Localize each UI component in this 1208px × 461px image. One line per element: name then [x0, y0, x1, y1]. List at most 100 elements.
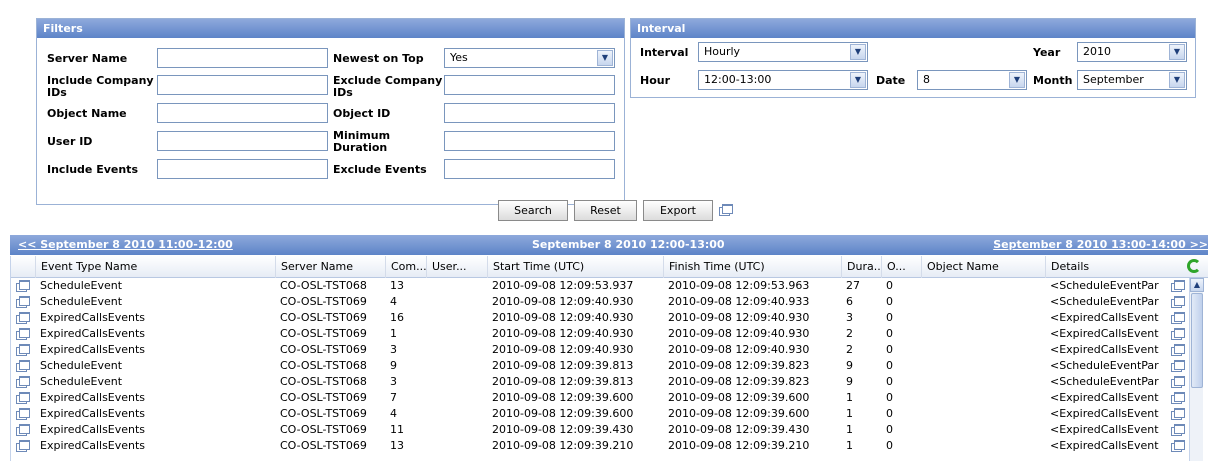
- interval-select[interactable]: Hourly ▼: [698, 42, 868, 62]
- year-select[interactable]: 2010 ▼: [1077, 42, 1187, 62]
- details-popup-icon[interactable]: [1171, 360, 1185, 372]
- table-cell: 2010-09-08 12:09:39.600: [668, 391, 810, 404]
- table-row[interactable]: ExpiredCallsEvents CO-OSL-TST069 1 2010-09-…: [11, 326, 1189, 342]
- details-popup-icon[interactable]: [1171, 392, 1185, 404]
- object-name-input[interactable]: [157, 103, 328, 123]
- table-cell: CO-OSL-TST068: [280, 279, 367, 292]
- include-company-ids-label: Include Company IDs: [47, 74, 154, 99]
- details-popup-icon[interactable]: [1171, 280, 1185, 292]
- year-label: Year: [1033, 46, 1061, 59]
- scroll-up-icon[interactable]: ▲: [1190, 278, 1204, 292]
- table-cell: 2010-09-08 12:09:39.823: [668, 359, 810, 372]
- server-name-input[interactable]: [157, 48, 328, 68]
- row-popup-icon[interactable]: [16, 296, 30, 308]
- table-row[interactable]: ScheduleEvent CO-OSL-TST068 3 2010-09-08 12…: [11, 374, 1189, 390]
- row-popup-icon[interactable]: [16, 376, 30, 388]
- table-row[interactable]: ScheduleEvent CO-OSL-TST069 4 2010-09-08 12…: [11, 294, 1189, 310]
- details-popup-icon[interactable]: [1171, 424, 1185, 436]
- chevron-down-icon[interactable]: ▼: [850, 72, 866, 88]
- export-button[interactable]: Export: [643, 200, 713, 221]
- details-popup-icon[interactable]: [1171, 312, 1185, 324]
- table-row[interactable]: ExpiredCallsEvents CO-OSL-TST069 4 2010-09-…: [11, 406, 1189, 422]
- col-header-event-type[interactable]: Event Type Name: [35, 256, 275, 278]
- next-interval-link[interactable]: September 8 2010 13:00-14:00 >>: [993, 235, 1208, 255]
- table-row[interactable]: ScheduleEvent CO-OSL-TST068 9 2010-09-08 12…: [11, 358, 1189, 374]
- table-cell: 3: [390, 375, 397, 388]
- table-row[interactable]: ScheduleEvent CO-OSL-TST068 13 2010-09-08 1…: [11, 278, 1189, 294]
- table-row[interactable]: ExpiredCallsEvents CO-OSL-TST069 13 2010-09…: [11, 438, 1189, 454]
- exclude-company-ids-input[interactable]: [444, 75, 615, 95]
- col-header-duration[interactable]: Dura...: [841, 256, 881, 278]
- table-row[interactable]: ExpiredCallsEvents CO-OSL-TST069 11 2010-09…: [11, 422, 1189, 438]
- table-cell: 6: [846, 295, 853, 308]
- table-cell: [426, 390, 487, 406]
- col-header-finish-time[interactable]: Finish Time (UTC): [663, 256, 841, 278]
- interval-label: Interval: [640, 46, 689, 59]
- table-row[interactable]: ExpiredCallsEvents CO-OSL-TST069 3 2010-09-…: [11, 342, 1189, 358]
- col-header-details[interactable]: Details: [1045, 256, 1185, 278]
- table-cell: <ScheduleEventPar: [1050, 295, 1159, 308]
- table-cell: CO-OSL-TST069: [280, 439, 367, 452]
- chevron-down-icon[interactable]: ▼: [1009, 72, 1025, 88]
- prev-interval-link[interactable]: << September 8 2010 11:00-12:00: [18, 235, 233, 255]
- row-popup-icon[interactable]: [16, 328, 30, 340]
- table-cell: ScheduleEvent: [40, 359, 123, 372]
- table-cell: 2010-09-08 12:09:39.813: [492, 359, 634, 372]
- scroll-thumb[interactable]: [1191, 293, 1203, 388]
- date-select[interactable]: 8 ▼: [917, 70, 1027, 90]
- details-popup-icon[interactable]: [1171, 328, 1185, 340]
- table-cell: 0: [886, 279, 893, 292]
- col-header-object-id[interactable]: O...: [881, 256, 921, 278]
- newest-on-top-select[interactable]: Yes ▼: [444, 48, 615, 68]
- row-popup-icon[interactable]: [16, 360, 30, 372]
- interval-nav-bar: << September 8 2010 11:00-12:00 Septembe…: [10, 235, 1208, 255]
- vertical-scrollbar[interactable]: ▲: [1189, 278, 1204, 461]
- popup-window-icon[interactable]: [719, 204, 733, 216]
- user-id-label: User ID: [47, 135, 93, 148]
- include-events-input[interactable]: [157, 159, 328, 179]
- col-header-user[interactable]: User...: [426, 256, 487, 278]
- row-popup-icon[interactable]: [16, 408, 30, 420]
- details-popup-icon[interactable]: [1171, 344, 1185, 356]
- interval-value: Hourly: [704, 45, 741, 58]
- table-cell: 1: [390, 327, 397, 340]
- details-popup-icon[interactable]: [1171, 376, 1185, 388]
- col-header-start-time[interactable]: Start Time (UTC): [487, 256, 663, 278]
- table-cell: 0: [886, 311, 893, 324]
- row-popup-icon[interactable]: [16, 392, 30, 404]
- include-company-ids-input[interactable]: [157, 75, 328, 95]
- col-header-object-name[interactable]: Object Name: [921, 256, 1045, 278]
- details-popup-icon[interactable]: [1171, 408, 1185, 420]
- minimum-duration-input[interactable]: [444, 131, 615, 151]
- table-row[interactable]: ExpiredCallsEvents CO-OSL-TST069 16 2010-09…: [11, 310, 1189, 326]
- hour-select[interactable]: 12:00-13:00 ▼: [698, 70, 868, 90]
- details-popup-icon[interactable]: [1171, 440, 1185, 452]
- row-popup-icon[interactable]: [16, 344, 30, 356]
- user-id-input[interactable]: [157, 131, 328, 151]
- table-cell: 0: [886, 359, 893, 372]
- chevron-down-icon[interactable]: ▼: [850, 44, 866, 60]
- chevron-down-icon[interactable]: ▼: [1169, 44, 1185, 60]
- col-header-server-name[interactable]: Server Name: [275, 256, 385, 278]
- details-popup-icon[interactable]: [1171, 296, 1185, 308]
- object-id-input[interactable]: [444, 103, 615, 123]
- col-header-company[interactable]: Com...: [385, 256, 426, 278]
- search-button[interactable]: Search: [498, 200, 568, 221]
- reset-button[interactable]: Reset: [574, 200, 637, 221]
- table-cell: [921, 358, 1045, 374]
- table-cell: ScheduleEvent: [40, 295, 123, 308]
- row-popup-icon[interactable]: [16, 424, 30, 436]
- row-popup-icon[interactable]: [16, 312, 30, 324]
- table-cell: 0: [886, 343, 893, 356]
- refresh-icon[interactable]: [1187, 259, 1201, 273]
- current-interval-label: September 8 2010 12:00-13:00: [532, 238, 725, 251]
- chevron-down-icon[interactable]: ▼: [1169, 72, 1185, 88]
- table-cell: [426, 342, 487, 358]
- row-popup-icon[interactable]: [16, 280, 30, 292]
- month-select[interactable]: September ▼: [1077, 70, 1187, 90]
- table-row[interactable]: ExpiredCallsEvents CO-OSL-TST069 7 2010-09-…: [11, 390, 1189, 406]
- exclude-events-input[interactable]: [444, 159, 615, 179]
- row-popup-icon[interactable]: [16, 440, 30, 452]
- table-cell: 2010-09-08 12:09:53.963: [668, 279, 810, 292]
- chevron-down-icon[interactable]: ▼: [597, 50, 613, 66]
